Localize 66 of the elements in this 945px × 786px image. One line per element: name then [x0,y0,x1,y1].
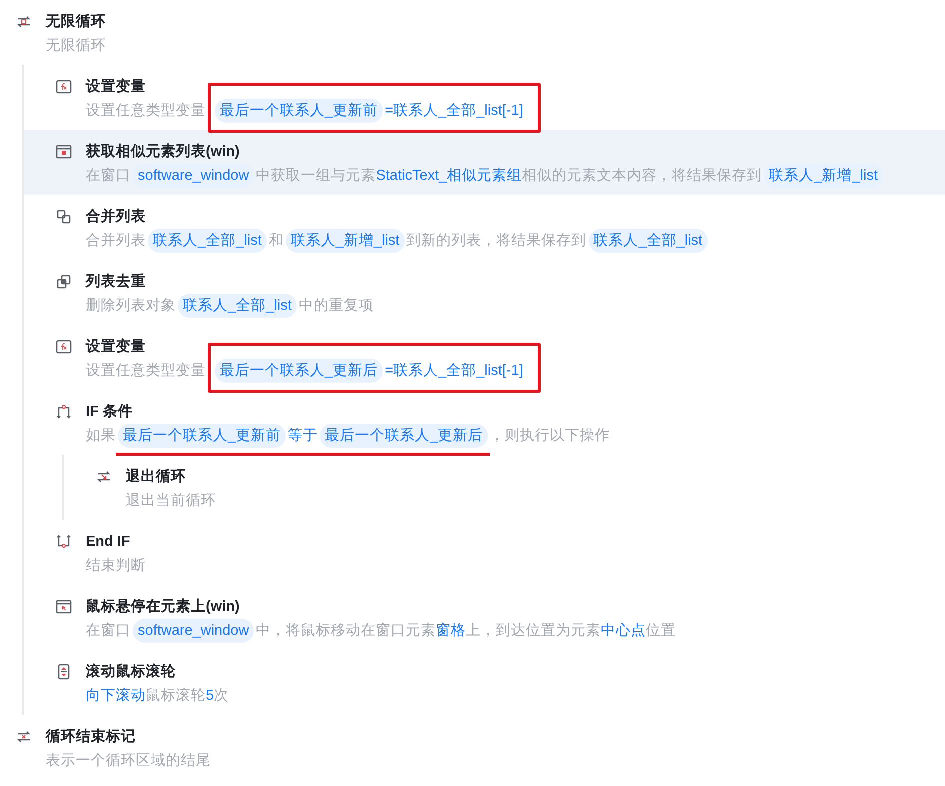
description-text: 结束判断 [86,557,146,576]
description-text: 上，到达位置为元素 [466,622,602,641]
value-text: =联系人_全部_list[-1] [385,102,524,121]
step-title: 滚动鼠标滚轮 [86,662,176,682]
description-text: 和 [268,232,284,251]
description-text: 中的重复项 [298,297,374,316]
description-text: 在窗口 [86,622,131,641]
value-text: =联系人_全部_list[-1] [385,362,524,381]
variable-tag: software_window [133,619,254,643]
description-text: 相似的元素文本内容，将结果保存到 [522,166,762,186]
step-title: 退出循环 [126,468,186,487]
loop-icon [96,469,112,485]
variable-tag: 联系人_新增_list [764,164,884,188]
function-icon [56,79,72,95]
description-text: 无限循环 [46,37,106,56]
step-title: 合并列表 [86,208,146,227]
branch-icon [56,404,72,420]
description-text: 次 [214,687,230,706]
description-text: 合并列表 [86,232,146,251]
description-text: 表示一个循环区域的结尾 [46,752,211,771]
variable-tag: 联系人_全部_list [178,294,297,318]
variable-tag: 联系人_全部_list [588,229,708,253]
description-text: 如果 [86,427,116,446]
value-text: 5 [206,687,214,706]
description-text: 设置任意类型变量 [86,362,206,381]
variable-tag: 最后一个联系人_更新前 [215,99,384,123]
step-title: 循环结束标记 [46,728,136,747]
step-title: 设置变量 [86,78,146,97]
description-text: 退出当前循环 [126,492,216,511]
variable-tag: software_window [133,164,254,188]
description-text: 删除列表对象 [86,297,176,316]
value-text: 中心点 [601,622,646,641]
value-text: 窗格 [436,622,466,641]
description-text: 位置 [646,622,676,641]
value-text: StaticText_相似元素组 [376,167,522,186]
description-text: 在窗口 [86,166,131,186]
description-text: 到新的列表，将结果保存到 [406,232,587,251]
variable-tag: 联系人_新增_list [286,229,405,253]
description-text: 中获取一组与元素 [256,167,376,186]
function-icon [56,339,72,355]
step-title: End IF [86,533,130,552]
step-title: 获取相似元素列表(win) [86,142,240,162]
step-title: IF 条件 [86,403,133,422]
step-title: 列表去重 [86,272,146,292]
value-text: 向下滚动 [86,686,146,706]
description-text: 鼠标滚轮 [146,686,206,706]
scroll-icon [56,664,72,680]
step-row[interactable]: 获取相似元素列表(win) 在窗口 software_window 中获取一组与元素StaticText_相似元素组相似的元素文本内容，将结果保存到 联系人_新增_list [24,130,945,195]
window-icon [56,599,72,615]
description-text: ，则执行以下操作 [490,427,610,446]
window-icon [56,144,72,160]
loop-icon [16,14,32,30]
variable-tag: 最后一个联系人_更新前 [118,424,286,448]
copy-icon [56,209,72,225]
step-title: 鼠标悬停在元素上(win) [86,598,240,617]
variable-tag: 最后一个联系人_更新后 [320,424,488,448]
value-text: 等于 [288,427,318,446]
step-title: 设置变量 [86,338,146,357]
variable-tag: 联系人_全部_list [148,229,267,253]
loop-icon [16,729,32,745]
step-title: 无限循环 [46,13,106,32]
copy-icon [56,274,72,290]
description-text: 中，将鼠标移动在窗口元素 [256,622,436,641]
variable-tag: 最后一个联系人_更新后 [215,359,384,383]
branch-icon [56,534,72,550]
description-text: 设置任意类型变量 [86,102,206,121]
